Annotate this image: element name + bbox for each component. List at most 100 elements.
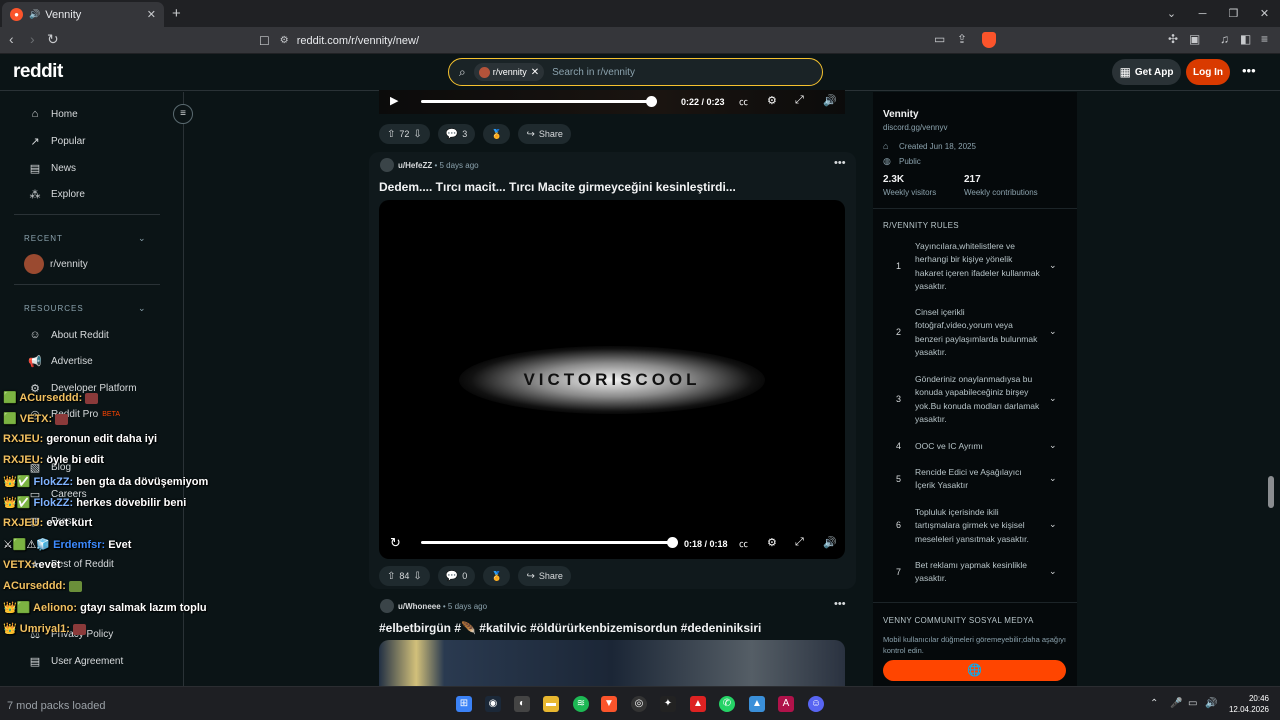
brave-browser-icon[interactable]: ▼ <box>601 696 617 712</box>
fullscreen-icon[interactable]: ⤢ <box>795 536 804 549</box>
nav-news[interactable]: ▤ News <box>28 162 76 175</box>
resources-heading[interactable]: RESOURCES <box>24 304 84 313</box>
remove-chip-icon[interactable]: ✕ <box>531 67 539 78</box>
chevron-down-icon[interactable]: ⌄ <box>1049 566 1057 577</box>
post-media-thumbnail[interactable] <box>379 640 845 686</box>
new-tab-icon[interactable]: + <box>172 5 181 22</box>
reddit-logo[interactable]: reddit <box>13 61 63 83</box>
seek-bar[interactable] <box>421 541 673 544</box>
settings-icon[interactable]: ⚙ <box>767 94 777 107</box>
video-player[interactable]: VICTORISCOOL <box>379 200 845 559</box>
chevron-down-icon[interactable]: ⌄ <box>1049 440 1057 451</box>
post-title[interactable]: Dedem.... Tırcı macit... Tırcı Macite gi… <box>379 180 736 194</box>
replay-icon[interactable]: ↻ <box>390 535 401 551</box>
avatar[interactable] <box>380 158 394 172</box>
social-link-button[interactable]: 🌐 <box>883 660 1066 681</box>
share-button[interactable]: ↪ Share <box>518 566 571 586</box>
nav-popular[interactable]: ↗ Popular <box>28 135 85 148</box>
app-icon[interactable]: ◐ <box>514 696 530 712</box>
chevron-down-icon[interactable]: ⌄ <box>1049 393 1057 404</box>
close-tab-icon[interactable]: ✕ <box>147 8 156 21</box>
nav-explore[interactable]: ⁂ Explore <box>28 188 85 201</box>
scrollbar-thumb[interactable] <box>1268 476 1274 508</box>
share-page-icon[interactable]: ⇪ <box>957 32 967 46</box>
forward-icon[interactable]: › <box>30 31 35 47</box>
collapse-sidebar-button[interactable]: ≡ <box>173 104 193 124</box>
close-window-icon[interactable]: ✕ <box>1249 7 1280 20</box>
microphone-icon[interactable]: 🎤 <box>1170 698 1182 709</box>
recent-heading[interactable]: RECENT <box>24 234 63 243</box>
chevron-up-icon[interactable]: ⌄ <box>138 233 146 244</box>
system-clock[interactable]: 20:46 12.04.2026 <box>1225 693 1269 715</box>
more-options-icon[interactable]: ••• <box>1242 63 1256 78</box>
steam-icon[interactable]: ◉ <box>485 696 501 712</box>
vote-control[interactable]: ⇧ 84 ⇩ <box>379 566 430 586</box>
fullscreen-icon[interactable]: ⤢ <box>795 94 804 107</box>
award-button[interactable]: 🏅 <box>483 124 511 144</box>
post-author[interactable]: u/Whoneee <box>398 602 441 611</box>
wallet-icon[interactable]: ▣ <box>1189 32 1200 46</box>
back-icon[interactable]: ‹ <box>9 31 14 47</box>
reload-icon[interactable]: ↻ <box>47 31 59 48</box>
brave-shields-icon[interactable] <box>982 32 996 48</box>
seek-knob[interactable] <box>646 96 657 107</box>
award-button[interactable]: 🏅 <box>483 566 511 586</box>
chevron-down-icon[interactable]: ⌄ <box>1049 326 1057 337</box>
show-hidden-icons[interactable]: ⌃ <box>1150 698 1158 709</box>
chevron-down-icon[interactable]: ⌄ <box>1049 473 1057 484</box>
post-options-icon[interactable]: ••• <box>834 598 846 610</box>
sidebar-toggle-icon[interactable]: ◧ <box>1240 32 1251 46</box>
upvote-icon[interactable]: ⇧ <box>387 571 395 582</box>
subreddit-search-chip[interactable]: r/vennity ✕ <box>473 63 545 81</box>
obs-icon[interactable]: ◎ <box>631 696 647 712</box>
captions-icon[interactable]: ㏄ <box>739 95 748 108</box>
settings-icon[interactable]: ⚙ <box>767 536 777 549</box>
nav-advertise[interactable]: 📢 Advertise <box>28 355 93 368</box>
search-input[interactable]: ⌕ r/vennity ✕ Search in r/vennity <box>448 58 823 86</box>
whatsapp-icon[interactable]: ✆ <box>719 696 735 712</box>
post-author[interactable]: u/HefeZZ <box>398 161 432 170</box>
downvote-icon[interactable]: ⇩ <box>413 571 421 582</box>
cast-icon[interactable]: ▭ <box>934 32 945 46</box>
chevron-down-icon[interactable]: ⌄ <box>1049 260 1057 271</box>
bookmark-icon[interactable]: ☐ <box>259 34 270 48</box>
extensions-icon[interactable]: ✣ <box>1168 32 1178 46</box>
play-icon[interactable]: ▶ <box>390 94 398 107</box>
vote-control[interactable]: ⇧ 72 ⇩ <box>379 124 430 144</box>
nav-about-reddit[interactable]: ☺ About Reddit <box>28 329 108 341</box>
volume-tray-icon[interactable]: 🔊 <box>1205 698 1217 709</box>
discord-icon[interactable]: ☺ <box>808 696 824 712</box>
get-app-button[interactable]: ▦ Get App <box>1112 59 1181 85</box>
avatar[interactable] <box>380 599 394 613</box>
nav-user-agreement[interactable]: ▤ User Agreement <box>28 655 123 668</box>
spotify-icon[interactable]: ≋ <box>573 696 589 712</box>
captions-icon[interactable]: ㏄ <box>739 537 748 550</box>
minimize-icon[interactable]: ─ <box>1187 8 1218 20</box>
maximize-icon[interactable]: ❐ <box>1218 7 1249 20</box>
seek-bar[interactable] <box>421 100 651 103</box>
post-title[interactable]: #elbetbirgün #🪶 #katilvic #öldürürkenbiz… <box>379 621 761 635</box>
chevron-up-icon[interactable]: ⌄ <box>138 303 146 314</box>
audio-playing-icon[interactable]: 🔊 <box>29 9 40 20</box>
nav-home[interactable]: ⌂ Home <box>28 108 78 120</box>
recent-subreddit[interactable]: r/vennity <box>24 254 88 274</box>
browser-tab[interactable]: ● 🔊 Vennity ✕ <box>2 2 164 27</box>
volume-icon[interactable]: 🔊 <box>823 94 837 107</box>
start-menu-icon[interactable]: ⊞ <box>456 696 472 712</box>
tab-search-icon[interactable]: ⌄ <box>1156 7 1187 20</box>
share-button[interactable]: ↪ Share <box>518 124 571 144</box>
upvote-icon[interactable]: ⇧ <box>387 129 395 140</box>
address-bar[interactable]: ☐ ⚙ reddit.com/r/vennity/new/ <box>255 30 1005 51</box>
media-icon[interactable]: ♫ <box>1220 32 1229 46</box>
adobe-icon[interactable]: A <box>778 696 794 712</box>
chevron-down-icon[interactable]: ⌄ <box>1049 519 1057 530</box>
post-options-icon[interactable]: ••• <box>834 157 846 169</box>
seek-knob[interactable] <box>667 537 678 548</box>
browser-menu-icon[interactable]: ≡ <box>1261 32 1268 46</box>
volume-icon[interactable]: 🔊 <box>823 536 837 549</box>
riot-client-icon[interactable]: ▲ <box>690 696 706 712</box>
steam-client-icon[interactable]: ✦ <box>660 696 676 712</box>
network-icon[interactable]: ▭ <box>1188 698 1197 709</box>
comments-button[interactable]: 💬 3 <box>437 124 476 144</box>
login-button[interactable]: Log In <box>1186 59 1230 85</box>
